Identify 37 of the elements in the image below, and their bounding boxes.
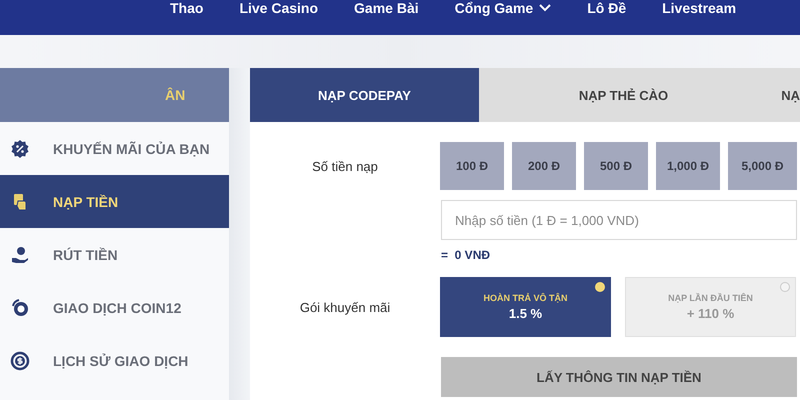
sidebar-item[interactable]: GIAO DỊCH COIN12 [0, 281, 229, 334]
amount-button[interactable]: 1,000 Đ [656, 142, 720, 190]
amount-label: Số tiền nạp [311, 158, 379, 174]
tab[interactable]: NẠ [768, 68, 800, 122]
coin-icon [10, 298, 30, 318]
radio-dot [780, 282, 790, 292]
nav-link[interactable]: Cổng Game [454, 0, 552, 16]
sidebar-item[interactable]: RÚT TIỀN [0, 228, 229, 281]
promo-value: + 110 % [686, 306, 734, 321]
sidebar-header-text: ÂN [165, 87, 186, 103]
promo-value: 1.5 % [508, 306, 542, 321]
tab[interactable]: NẠP THẺ CÀO [479, 68, 768, 122]
amount-field[interactable]: Nhập số tiền (1 Đ = 1,000 VND) [441, 200, 797, 240]
hand-coin-icon [10, 244, 30, 264]
amount-button[interactable]: 200 Đ [512, 142, 576, 190]
badge-percent-icon [10, 138, 30, 158]
nav-link[interactable]: Livestream [662, 0, 736, 16]
amount-button[interactable]: 100 Đ [440, 142, 504, 190]
amount-button[interactable]: 500 Đ [584, 142, 648, 190]
tab[interactable]: NẠP CODEPAY [250, 68, 479, 122]
promo-label: Gói khuyến mãi [298, 300, 392, 314]
radio-dot [595, 282, 605, 292]
nav-link[interactable]: Game Bài [354, 0, 419, 16]
caret-icon [539, 4, 552, 12]
sidebar-item[interactable]: KHUYẾN MÃI CỦA BẠN [0, 122, 229, 175]
converted-amount: = 0 VNĐ [441, 248, 490, 262]
nav-link[interactable]: Thao [170, 0, 204, 16]
nav-link[interactable]: Live Casino [239, 0, 318, 16]
dollar-circle-icon [10, 350, 30, 370]
nav-link[interactable]: Lô Đề [587, 0, 626, 16]
promo-title: NẠP LẦN ĐẦU TIÊN [668, 293, 753, 303]
promo-title: HOÀN TRẢ VÔ TẬN [484, 293, 568, 303]
promo-card[interactable]: HOÀN TRẢ VÔ TẬN 1.5 % [440, 277, 611, 337]
amount-button[interactable]: 5,000 Đ [728, 142, 797, 190]
sidebar-item[interactable]: NẠP TIỀN [0, 175, 229, 228]
sidebar-item[interactable]: LỊCH SỬ GIAO DỊCH [0, 334, 229, 387]
submit-button[interactable]: LẤY THÔNG TIN NẠP TIỀN [441, 357, 797, 397]
